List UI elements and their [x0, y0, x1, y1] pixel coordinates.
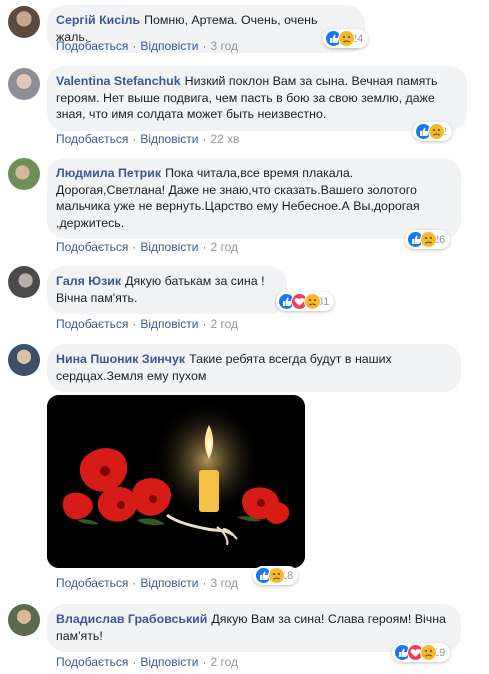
- sad-reaction-icon: [268, 567, 285, 584]
- comment-bubble: Людмила Петрик Пока читала,все время плак…: [47, 158, 461, 239]
- reactions-badge[interactable]: 18: [253, 566, 299, 585]
- comment-actions: Подобається · Відповісти · 2 год: [56, 240, 238, 254]
- sad-reaction-icon: [338, 30, 355, 47]
- reactions-badge[interactable]: 19: [392, 643, 451, 662]
- timestamp[interactable]: 2 год: [210, 655, 238, 669]
- comment-author[interactable]: Valentina Stefanchuk: [56, 74, 181, 88]
- reactions-badge[interactable]: 2: [413, 122, 453, 141]
- comment-bubble: Нина Пшоник Зинчук Такие ребята всегда бу…: [47, 344, 461, 392]
- avatar[interactable]: [8, 158, 40, 190]
- timestamp[interactable]: 3 год: [210, 576, 238, 590]
- like-link[interactable]: Подобається: [56, 132, 128, 146]
- comment-bubble: Valentina Stefanchuk Низкий поклон Вам за…: [47, 66, 467, 131]
- timestamp[interactable]: 3 год: [210, 39, 238, 53]
- timestamp[interactable]: 2 год: [210, 240, 238, 254]
- timestamp[interactable]: 22 хв: [210, 132, 239, 146]
- comment-actions: Подобається · Відповісти · 3 год: [56, 576, 238, 590]
- reply-link[interactable]: Відповісти: [140, 576, 198, 590]
- like-link[interactable]: Подобається: [56, 576, 128, 590]
- reactions-badge[interactable]: 26: [405, 230, 451, 249]
- sad-reaction-icon: [304, 293, 321, 310]
- avatar[interactable]: [8, 6, 40, 38]
- comment-author[interactable]: Владислав Грабовський: [56, 612, 207, 626]
- comment-author[interactable]: Нина Пшоник Зинчук: [56, 352, 185, 366]
- comment-actions: Подобається · Відповісти · 2 год: [56, 317, 238, 331]
- sad-reaction-icon: [420, 231, 437, 248]
- timestamp[interactable]: 2 год: [210, 317, 238, 331]
- avatar[interactable]: [8, 604, 40, 636]
- reply-link[interactable]: Відповісти: [140, 655, 198, 669]
- avatar[interactable]: [8, 344, 40, 376]
- reactions-badge[interactable]: 31: [276, 292, 335, 311]
- like-link[interactable]: Подобається: [56, 317, 128, 331]
- comment-author[interactable]: Людмила Петрик: [56, 166, 161, 180]
- sad-reaction-icon: [428, 123, 445, 140]
- like-link[interactable]: Подобається: [56, 39, 128, 53]
- reactions-badge[interactable]: 24: [323, 29, 369, 48]
- reply-link[interactable]: Відповісти: [140, 132, 198, 146]
- avatar[interactable]: [8, 266, 40, 298]
- sad-reaction-icon: [420, 644, 437, 661]
- comment-author[interactable]: Галя Юзик: [56, 274, 121, 288]
- candle-poppies-image[interactable]: [47, 395, 305, 568]
- like-link[interactable]: Подобається: [56, 655, 128, 669]
- comment-actions: Подобається · Відповісти · 2 год: [56, 655, 238, 669]
- reply-link[interactable]: Відповісти: [140, 39, 198, 53]
- comment-bubble: Галя Юзик Дякую батькам за сина ! Вічна п…: [47, 266, 287, 314]
- reply-link[interactable]: Відповісти: [140, 317, 198, 331]
- avatar[interactable]: [8, 68, 40, 100]
- comment-actions: Подобається · Відповісти · 3 год: [56, 39, 238, 53]
- comment-actions: Подобається · Відповісти · 22 хв: [56, 132, 240, 146]
- comment-author[interactable]: Сергій Кисіль: [56, 13, 140, 27]
- reply-link[interactable]: Відповісти: [140, 240, 198, 254]
- like-link[interactable]: Подобається: [56, 240, 128, 254]
